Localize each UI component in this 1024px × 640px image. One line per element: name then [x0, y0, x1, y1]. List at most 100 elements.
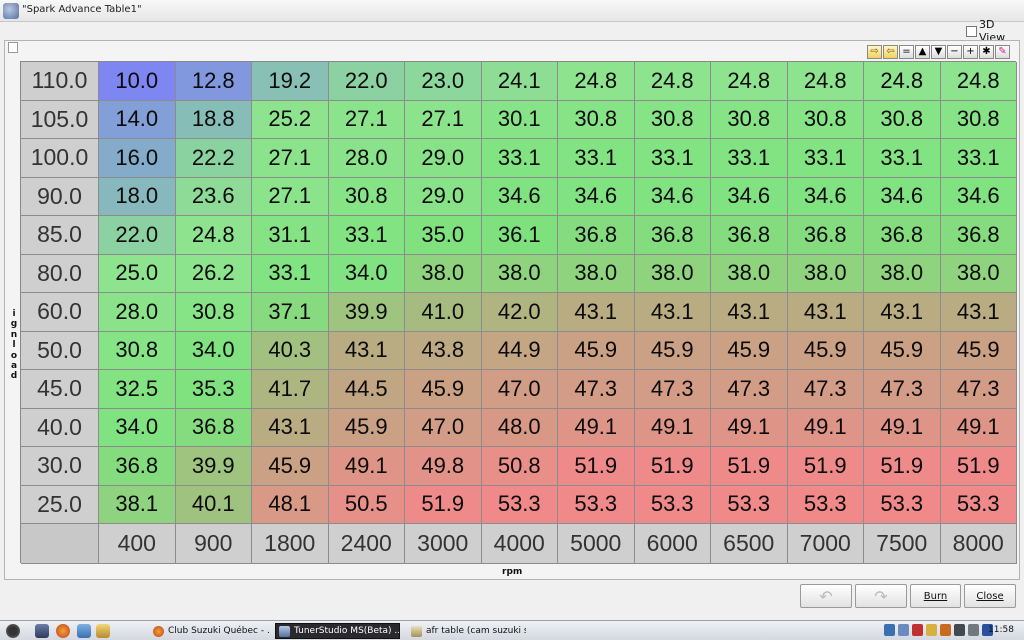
toolbar-subtract-button[interactable]: − — [947, 45, 962, 59]
table-cell[interactable]: 36.8 — [99, 447, 176, 486]
table-cell[interactable]: 24.8 — [634, 62, 711, 101]
table-cell[interactable]: 43.1 — [328, 331, 405, 370]
table-cell[interactable]: 33.1 — [328, 216, 405, 255]
table-cell[interactable]: 49.1 — [940, 408, 1017, 447]
table-cell[interactable]: 27.1 — [252, 139, 329, 178]
table-cell[interactable]: 33.1 — [634, 139, 711, 178]
table-cell[interactable]: 51.9 — [634, 447, 711, 486]
table-cell[interactable]: 50.5 — [328, 485, 405, 524]
table-cell[interactable]: 45.9 — [558, 331, 635, 370]
view-3d-checkbox[interactable]: 3D View — [966, 18, 1024, 44]
close-button[interactable]: Close — [964, 584, 1016, 608]
table-cell[interactable]: 38.0 — [787, 254, 864, 293]
table-cell[interactable]: 33.1 — [864, 139, 941, 178]
table-cell[interactable]: 47.3 — [711, 370, 788, 409]
table-cell[interactable]: 12.8 — [175, 62, 252, 101]
firefox-icon[interactable] — [56, 624, 70, 638]
table-cell[interactable]: 38.0 — [558, 254, 635, 293]
table-cell[interactable]: 53.3 — [940, 485, 1017, 524]
table-cell[interactable]: 49.1 — [711, 408, 788, 447]
table-cell[interactable]: 36.1 — [481, 216, 558, 255]
table-cell[interactable]: 45.9 — [405, 370, 482, 409]
table-cell[interactable]: 29.0 — [405, 139, 482, 178]
taskbar-task-afr-table[interactable]: afr table (cam suzuki s... — [408, 623, 526, 639]
table-cell[interactable]: 31.1 — [252, 216, 329, 255]
table-cell[interactable]: 51.9 — [940, 447, 1017, 486]
y-axis-value[interactable]: 30.0 — [21, 447, 99, 486]
table-cell[interactable]: 42.0 — [481, 293, 558, 332]
start-menu-icon[interactable] — [6, 624, 20, 638]
x-axis-value[interactable]: 400 — [99, 524, 176, 564]
network-icon[interactable] — [884, 624, 895, 636]
table-cell[interactable]: 10.0 — [99, 62, 176, 101]
taskbar-task-club-suzuki[interactable]: Club Suzuki Québec - ... — [150, 623, 270, 639]
y-axis-value[interactable]: 80.0 — [21, 254, 99, 293]
table-cell[interactable]: 47.3 — [940, 370, 1017, 409]
table-cell[interactable]: 34.6 — [940, 177, 1017, 216]
table-cell[interactable]: 24.8 — [864, 62, 941, 101]
table-cell[interactable]: 45.9 — [711, 331, 788, 370]
toolbar-multiply-button[interactable]: ✱ — [979, 45, 994, 59]
x-axis-value[interactable]: 900 — [175, 524, 252, 564]
table-cell[interactable]: 40.3 — [252, 331, 329, 370]
launcher-icon[interactable] — [77, 624, 91, 638]
table-cell[interactable]: 48.0 — [481, 408, 558, 447]
table-cell[interactable]: 30.8 — [99, 331, 176, 370]
y-axis-value[interactable]: 45.0 — [21, 370, 99, 409]
table-cell[interactable]: 34.6 — [634, 177, 711, 216]
y-axis-value[interactable]: 40.0 — [21, 408, 99, 447]
table-cell[interactable]: 22.2 — [175, 139, 252, 178]
table-cell[interactable]: 53.3 — [634, 485, 711, 524]
table-cell[interactable]: 23.0 — [405, 62, 482, 101]
users-icon[interactable] — [898, 624, 909, 636]
table-cell[interactable]: 51.9 — [711, 447, 788, 486]
table-cell[interactable]: 43.1 — [634, 293, 711, 332]
table-cell[interactable]: 43.1 — [864, 293, 941, 332]
table-cell[interactable]: 51.9 — [558, 447, 635, 486]
table-cell[interactable]: 44.9 — [481, 331, 558, 370]
table-cell[interactable]: 30.8 — [787, 100, 864, 139]
update-icon[interactable] — [940, 624, 951, 636]
table-cell[interactable]: 45.9 — [864, 331, 941, 370]
x-axis-value[interactable]: 4000 — [481, 524, 558, 564]
table-cell[interactable]: 49.1 — [864, 408, 941, 447]
table-cell[interactable]: 38.0 — [864, 254, 941, 293]
toolbar-increment-button[interactable]: ▲ — [915, 45, 930, 59]
table-cell[interactable]: 53.3 — [481, 485, 558, 524]
table-cell[interactable]: 43.8 — [405, 331, 482, 370]
table-cell[interactable]: 39.9 — [328, 293, 405, 332]
table-cell[interactable]: 34.6 — [558, 177, 635, 216]
table-cell[interactable]: 40.1 — [175, 485, 252, 524]
x-axis-value[interactable]: 7500 — [864, 524, 941, 564]
table-cell[interactable]: 18.0 — [99, 177, 176, 216]
table-cell[interactable]: 51.9 — [787, 447, 864, 486]
table-cell[interactable]: 14.0 — [99, 100, 176, 139]
table-cell[interactable]: 36.8 — [711, 216, 788, 255]
x-axis-value[interactable]: 5000 — [558, 524, 635, 564]
table-cell[interactable]: 30.1 — [481, 100, 558, 139]
table-cell[interactable]: 33.1 — [711, 139, 788, 178]
table-cell[interactable]: 49.1 — [787, 408, 864, 447]
toolbar-set-equal-button[interactable]: = — [899, 45, 914, 59]
table-cell[interactable]: 49.8 — [405, 447, 482, 486]
table-cell[interactable]: 47.0 — [481, 370, 558, 409]
table-cell[interactable]: 28.0 — [328, 139, 405, 178]
table-cell[interactable]: 24.8 — [175, 216, 252, 255]
table-cell[interactable]: 47.3 — [634, 370, 711, 409]
table-cell[interactable]: 33.1 — [558, 139, 635, 178]
table-cell[interactable]: 24.8 — [787, 62, 864, 101]
table-cell[interactable]: 43.1 — [252, 408, 329, 447]
table-cell[interactable]: 30.8 — [558, 100, 635, 139]
table-cell[interactable]: 34.0 — [99, 408, 176, 447]
table-cell[interactable]: 39.9 — [175, 447, 252, 486]
table-cell[interactable]: 49.1 — [634, 408, 711, 447]
table-cell[interactable]: 27.1 — [405, 100, 482, 139]
x-axis-value[interactable]: 6000 — [634, 524, 711, 564]
monitor-icon[interactable] — [954, 624, 965, 636]
table-cell[interactable]: 30.8 — [634, 100, 711, 139]
redo-button[interactable]: ↷ — [855, 584, 907, 608]
table-cell[interactable]: 41.0 — [405, 293, 482, 332]
table-cell[interactable]: 28.0 — [99, 293, 176, 332]
table-cell[interactable]: 30.8 — [940, 100, 1017, 139]
table-cell[interactable]: 51.9 — [864, 447, 941, 486]
